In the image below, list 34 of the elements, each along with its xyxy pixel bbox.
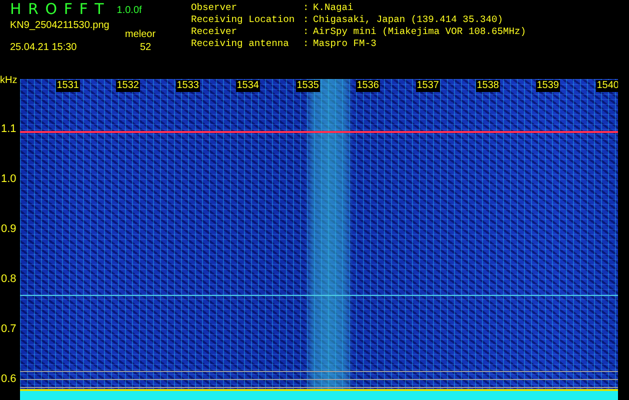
axis-label: 1538	[476, 80, 500, 92]
info-value: AirSpy mini (Miakejima VOR 108.65MHz)	[313, 26, 526, 38]
filename-label: KN9_2504211530.png	[10, 20, 110, 31]
info-label: Receiving Location	[191, 14, 296, 26]
separator: :	[303, 2, 310, 14]
axis-label: 0.6	[1, 373, 16, 385]
info-label: Observer	[191, 2, 238, 14]
separator: :	[303, 26, 310, 38]
info-label: Receiver	[191, 26, 238, 38]
info-value: K.Nagai	[313, 2, 354, 14]
axis-label: 1533	[176, 80, 200, 92]
separator: :	[303, 14, 310, 26]
axis-label: 0.8	[1, 273, 16, 285]
count-label: meleor	[125, 29, 156, 41]
separator: :	[303, 38, 310, 50]
axis-label: 1534	[236, 80, 260, 92]
timestamp-label: 25.04.21 15:30	[10, 42, 77, 53]
app-title: H R O F F T	[10, 2, 105, 17]
axis-label: 0.9	[1, 223, 16, 235]
axis-label: 1.1	[1, 123, 16, 135]
axis-label: 1.0	[1, 173, 16, 185]
axis-unit-label: kHz	[0, 75, 18, 86]
version-label: 1.0.0f	[116, 5, 142, 17]
info-value: Maspro FM-3	[313, 38, 376, 50]
info-value: Chigasaki, Japan (139.414 35.340)	[313, 14, 503, 26]
axis-label: 1531	[56, 80, 80, 92]
axis-label: 1537	[416, 80, 440, 92]
axis-label: 1532	[116, 80, 140, 92]
count-value: 52	[140, 42, 152, 54]
axis-label: 1535	[296, 80, 320, 92]
info-label: Receiving antenna	[191, 38, 290, 50]
axis-label: 1536	[356, 80, 380, 92]
axis-label: 1539	[536, 80, 560, 92]
axis-label: 0.7	[1, 323, 16, 335]
